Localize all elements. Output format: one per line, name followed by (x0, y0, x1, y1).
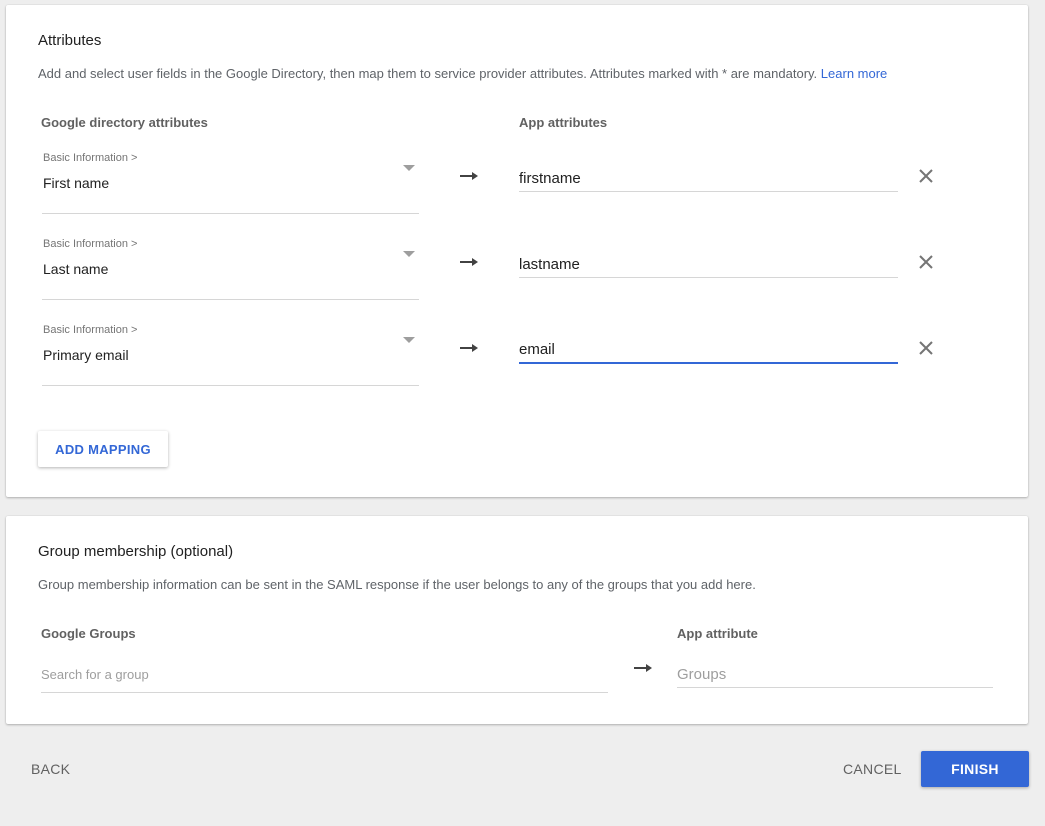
arrow-right-icon (460, 172, 478, 180)
group-search-input[interactable] (41, 656, 608, 693)
close-icon (919, 341, 933, 355)
attribute-category: Basic Information > (43, 238, 138, 250)
group-membership-description: Group membership information can be sent… (38, 577, 756, 592)
attributes-description: Add and select user fields in the Google… (38, 66, 887, 81)
directory-attribute-select[interactable]: Basic Information > Last name (42, 238, 419, 300)
google-groups-header: Google Groups (41, 626, 136, 641)
attributes-description-text: Add and select user fields in the Google… (38, 66, 818, 81)
learn-more-link[interactable]: Learn more (821, 66, 887, 81)
add-mapping-button[interactable]: ADD MAPPING (38, 431, 168, 467)
attributes-card: Attributes Add and select user fields in… (6, 5, 1028, 497)
directory-attributes-header: Google directory attributes (41, 115, 208, 130)
close-icon (919, 255, 933, 269)
caret-down-icon (403, 337, 415, 343)
app-attribute-header: App attribute (677, 626, 758, 641)
app-attribute-input[interactable] (519, 337, 898, 364)
directory-attribute-select[interactable]: Basic Information > Primary email (42, 324, 419, 386)
cancel-button[interactable]: CANCEL (843, 761, 902, 777)
app-attribute-input[interactable] (519, 251, 898, 278)
back-button[interactable]: BACK (31, 761, 70, 777)
attribute-category: Basic Information > (43, 152, 138, 164)
mapping-row: Basic Information > Primary email (6, 324, 1028, 386)
remove-mapping-button[interactable] (913, 249, 939, 275)
finish-button[interactable]: FINISH (921, 751, 1029, 787)
arrow-right-icon (460, 258, 478, 266)
remove-mapping-button[interactable] (913, 163, 939, 189)
attribute-field: Last name (43, 261, 109, 277)
mapping-row: Basic Information > First name (6, 152, 1028, 214)
close-icon (919, 169, 933, 183)
app-attributes-header: App attributes (519, 115, 608, 130)
attribute-field: First name (43, 175, 110, 191)
groups-app-attribute-input[interactable] (677, 662, 993, 688)
caret-down-icon (403, 251, 415, 257)
attribute-category: Basic Information > (43, 324, 138, 336)
attribute-field: Primary email (43, 347, 129, 363)
app-attribute-input[interactable] (519, 165, 898, 192)
attributes-title: Attributes (38, 32, 102, 49)
mapping-row: Basic Information > Last name (6, 238, 1028, 300)
group-membership-card: Group membership (optional) Group member… (6, 516, 1028, 724)
caret-down-icon (403, 165, 415, 171)
remove-mapping-button[interactable] (913, 335, 939, 361)
group-membership-title: Group membership (optional) (38, 543, 234, 560)
arrow-right-icon (460, 344, 478, 352)
directory-attribute-select[interactable]: Basic Information > First name (42, 152, 419, 214)
arrow-right-icon (634, 664, 652, 672)
